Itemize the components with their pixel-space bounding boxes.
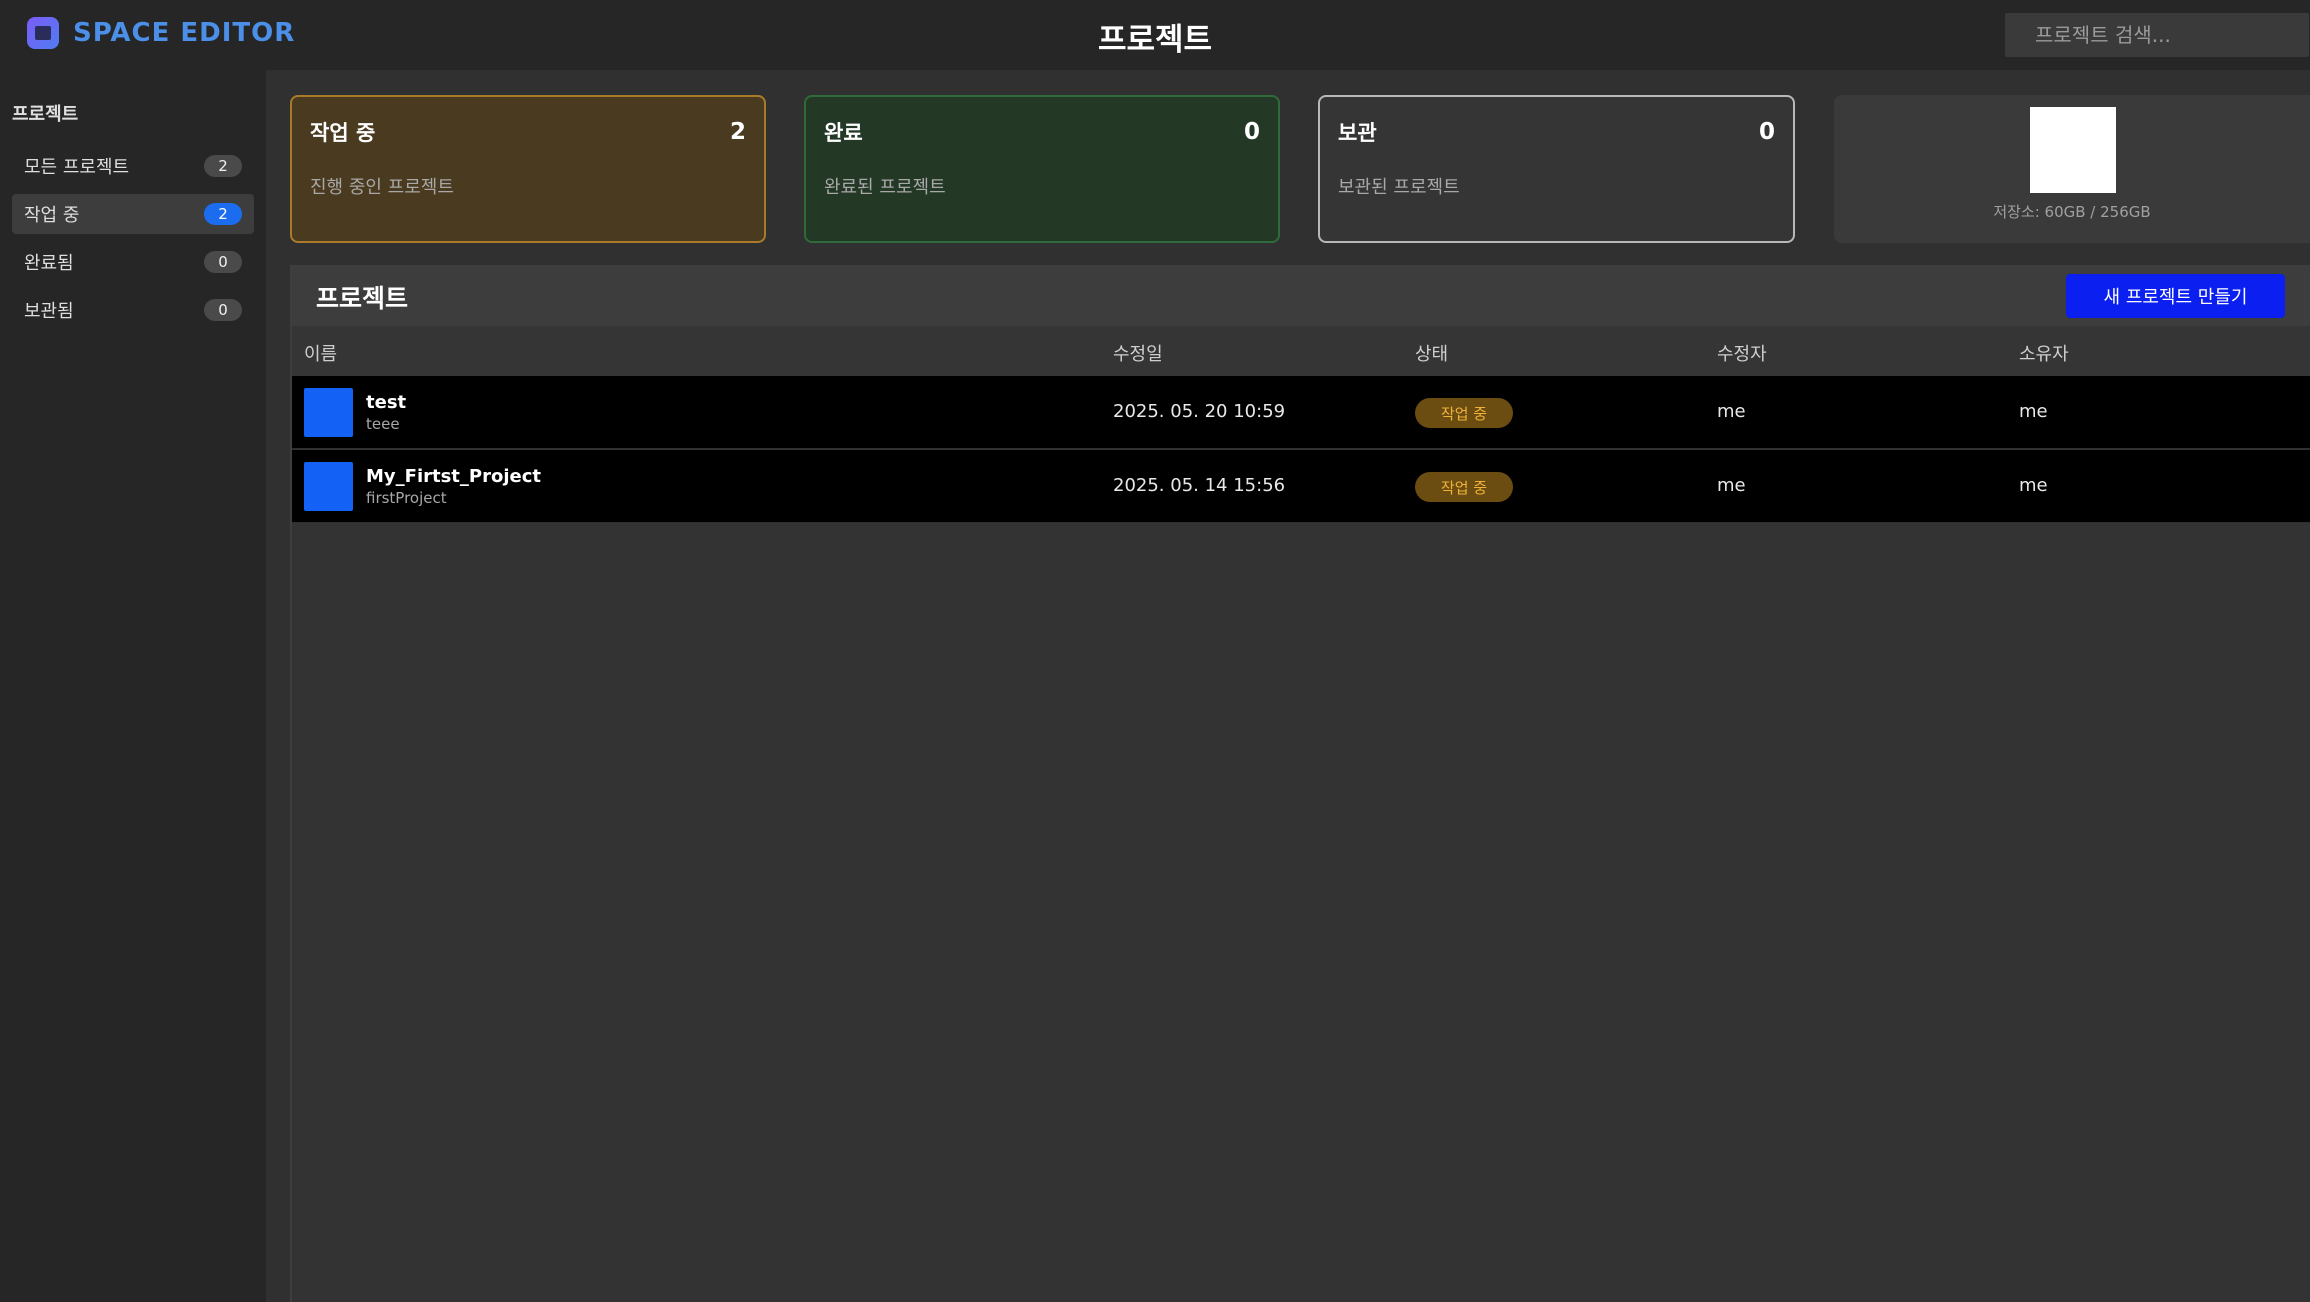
project-thumbnail [304, 462, 353, 511]
page-title: 프로젝트 [1097, 22, 1213, 58]
card-count: 2 [729, 119, 746, 145]
sidebar-item-all-projects[interactable]: 모든 프로젝트 2 [12, 146, 254, 186]
editor-name: me [1717, 401, 1746, 422]
modified-date: 2025. 05. 20 10:59 [1113, 401, 1286, 422]
storage-usage-text: 저장소: 60GB / 256GB [1993, 203, 2151, 221]
modified-date: 2025. 05. 14 15:56 [1113, 475, 1286, 496]
status-badge: 작업 중 [1415, 472, 1513, 502]
card-count: 0 [1758, 119, 1775, 145]
count-badge: 0 [204, 251, 242, 273]
completed-stat-card[interactable]: 완료 0 완료된 프로젝트 [804, 95, 1280, 243]
count-badge: 0 [204, 299, 242, 321]
search-input[interactable] [2005, 13, 2309, 57]
card-title: 보관 [1338, 121, 1377, 145]
sidebar-item-label: 완료됨 [24, 253, 74, 274]
owner-name: me [2019, 475, 2048, 496]
panel-title: 프로젝트 [316, 284, 409, 313]
storage-chart [2030, 107, 2116, 193]
sidebar: 프로젝트 모든 프로젝트 2 작업 중 2 완료됨 0 보관됨 0 [0, 70, 266, 1302]
sidebar-item-label: 작업 중 [24, 205, 80, 226]
column-header-owner[interactable]: 소유자 [2019, 340, 2069, 366]
panel-header: 프로젝트 새 프로젝트 만들기 [292, 265, 2310, 326]
status-badge: 작업 중 [1415, 398, 1513, 428]
storage-card: 저장소: 60GB / 256GB [1834, 95, 2310, 243]
count-badge: 2 [204, 203, 242, 225]
archived-stat-card[interactable]: 보관 0 보관된 프로젝트 [1318, 95, 1795, 243]
column-header-editor[interactable]: 수정자 [1717, 340, 1767, 366]
projects-panel: 프로젝트 새 프로젝트 만들기 이름 수정일 상태 수정자 소유자 test t… [290, 265, 2310, 1302]
column-header-modified[interactable]: 수정일 [1113, 340, 1163, 366]
card-count: 0 [1243, 119, 1260, 145]
top-bar: SPACE EDITOR 프로젝트 [0, 0, 2310, 70]
table-row[interactable]: test teee 2025. 05. 20 10:59 작업 중 me me [292, 376, 2310, 449]
table-header: 이름 수정일 상태 수정자 소유자 [292, 326, 2310, 376]
new-project-button[interactable]: 새 프로젝트 만들기 [2066, 274, 2285, 318]
project-name: My_Firtst_Project [366, 466, 541, 487]
sidebar-item-working[interactable]: 작업 중 2 [12, 194, 254, 234]
card-title: 작업 중 [310, 121, 376, 145]
table-row[interactable]: My_Firtst_Project firstProject 2025. 05.… [292, 450, 2310, 523]
count-badge: 2 [204, 155, 242, 177]
card-title: 완료 [824, 121, 863, 145]
card-description: 보관된 프로젝트 [1338, 177, 1460, 198]
project-thumbnail [304, 388, 353, 437]
sidebar-item-completed[interactable]: 완료됨 0 [12, 242, 254, 282]
owner-name: me [2019, 401, 2048, 422]
project-name: test [366, 392, 407, 413]
column-header-status[interactable]: 상태 [1415, 340, 1448, 366]
project-description: firstProject [366, 489, 447, 507]
project-description: teee [366, 415, 400, 433]
sidebar-item-label: 모든 프로젝트 [24, 157, 130, 178]
card-description: 완료된 프로젝트 [824, 177, 946, 198]
card-description: 진행 중인 프로젝트 [310, 177, 454, 198]
sidebar-item-archived[interactable]: 보관됨 0 [12, 290, 254, 330]
sidebar-title: 프로젝트 [12, 104, 79, 125]
working-stat-card[interactable]: 작업 중 2 진행 중인 프로젝트 [290, 95, 766, 243]
column-header-name[interactable]: 이름 [304, 340, 337, 366]
editor-name: me [1717, 475, 1746, 496]
sidebar-item-label: 보관됨 [24, 301, 74, 322]
